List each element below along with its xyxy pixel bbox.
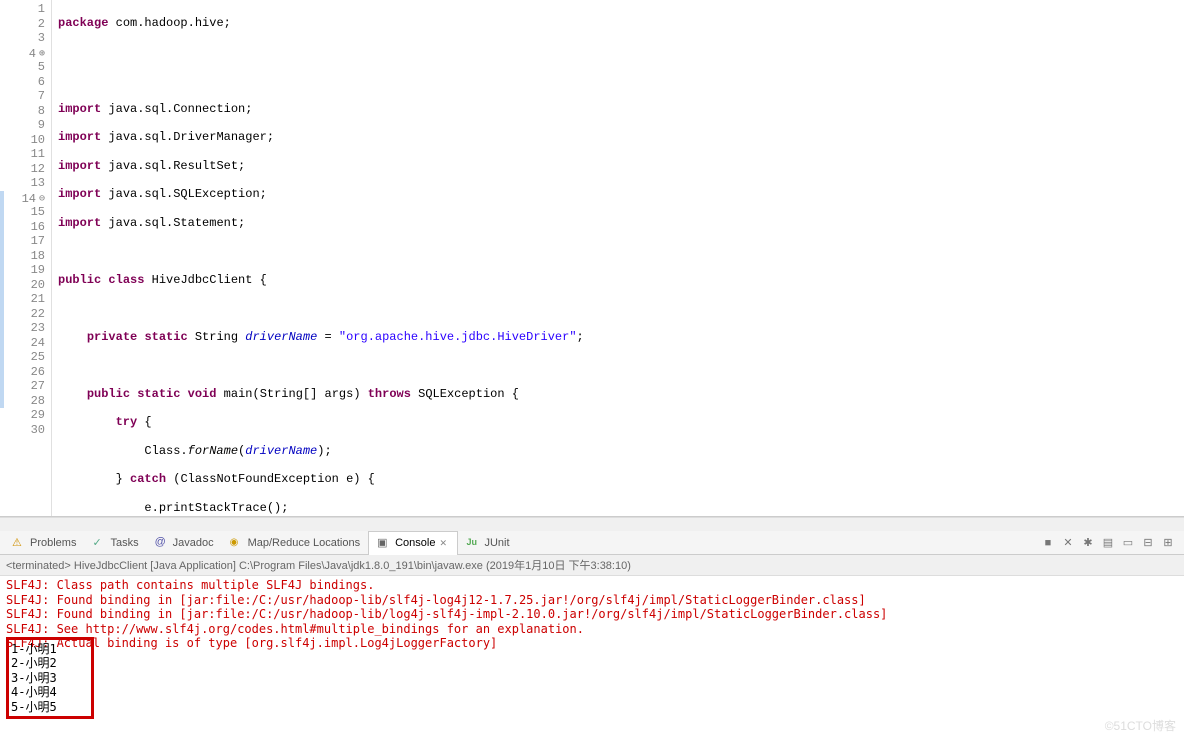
line-number: 25 [0,350,45,365]
fold-icon[interactable] [38,46,45,53]
views-tabbar: Problems Tasks Javadoc Map/Reduce Locati… [0,531,1184,555]
line-number: 13 [0,176,45,191]
line-number: 21 [0,292,45,307]
tab-javadoc[interactable]: Javadoc [147,531,222,555]
line-number: 22 [0,307,45,322]
line-number: 20 [0,278,45,293]
result-line: 3-小明3 [11,671,57,686]
line-number: 1 [0,2,45,17]
line-number: 6 [0,75,45,90]
line-number: 4 [0,46,45,61]
editor-pane: 1 2 3 4 5 6 7 8 9 10 11 12 13 14 15 16 1… [0,0,1184,517]
line-number: 12 [0,162,45,177]
problems-icon [12,536,26,550]
horizontal-scrollbar[interactable] [0,517,1184,531]
console-line: SLF4J: Actual binding is of type [org.sl… [6,636,1178,651]
tab-mapreduce[interactable]: Map/Reduce Locations [222,531,369,555]
console-line: SLF4J: Found binding in [jar:file:/C:/us… [6,607,1178,622]
result-line: 5-小明5 [11,700,57,715]
tab-junit[interactable]: JUnit [458,531,517,555]
line-number: 16 [0,220,45,235]
console-output[interactable]: SLF4J: Class path contains multiple SLF4… [0,576,1184,738]
result-line: 1-小明1 [11,642,57,657]
open-console-icon[interactable]: ▭ [1120,535,1136,551]
line-number: 23 [0,321,45,336]
line-number: 17 [0,234,45,249]
line-number: 2 [0,17,45,32]
console-line: SLF4J: Class path contains multiple SLF4… [6,578,1178,593]
line-gutter: 1 2 3 4 5 6 7 8 9 10 11 12 13 14 15 16 1… [0,0,52,516]
code-area[interactable]: package com.hadoop.hive; import java.sql… [52,0,1184,516]
tab-tasks[interactable]: Tasks [84,531,146,555]
junit-icon [466,536,480,550]
line-number: 3 [0,31,45,46]
line-number: 27 [0,379,45,394]
line-number: 15 [0,205,45,220]
line-number: 28 [0,394,45,409]
remove-launch-icon[interactable]: ■ [1040,535,1056,551]
pin-console-icon[interactable]: ✱ [1080,535,1096,551]
line-number: 18 [0,249,45,264]
line-number: 30 [0,423,45,438]
close-icon[interactable]: ✕ [439,538,449,548]
mapreduce-icon [230,536,244,550]
line-number: 26 [0,365,45,380]
minimize-icon[interactable]: ⊟ [1140,535,1156,551]
line-number: 10 [0,133,45,148]
result-line: 4-小明4 [11,685,57,700]
line-number: 19 [0,263,45,278]
line-number: 7 [0,89,45,104]
console-toolbar: ■ ✕ ✱ ▤ ▭ ⊟ ⊞ [1040,535,1180,551]
result-line: 2-小明2 [11,656,57,671]
line-number: 11 [0,147,45,162]
line-number: 29 [0,408,45,423]
line-number: 14 [0,191,45,206]
display-selected-icon[interactable]: ▤ [1100,535,1116,551]
tasks-icon [92,536,106,550]
tab-problems[interactable]: Problems [4,531,84,555]
console-icon [377,536,391,550]
maximize-icon[interactable]: ⊞ [1160,535,1176,551]
fold-icon[interactable] [38,191,45,198]
result-highlight-box: 1-小明1 2-小明2 3-小明3 4-小明4 5-小明5 [6,637,94,720]
console-line: SLF4J: See http://www.slf4j.org/codes.ht… [6,622,1178,637]
javadoc-icon [155,536,169,550]
watermark: ©51CTO博客 [1105,717,1176,734]
console-status: <terminated> HiveJdbcClient [Java Applic… [0,555,1184,576]
line-number: 8 [0,104,45,119]
line-number: 24 [0,336,45,351]
line-number: 5 [0,60,45,75]
remove-all-icon[interactable]: ✕ [1060,535,1076,551]
line-number: 9 [0,118,45,133]
tab-console[interactable]: Console✕ [368,531,458,555]
console-line: SLF4J: Found binding in [jar:file:/C:/us… [6,593,1178,608]
